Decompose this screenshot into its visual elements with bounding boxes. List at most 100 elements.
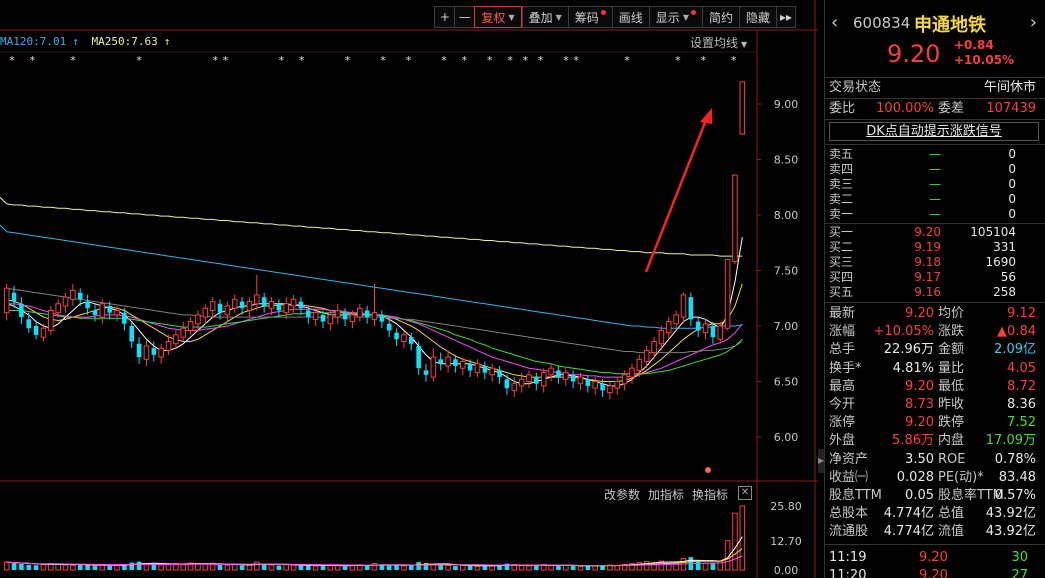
- volume-bar: [438, 565, 443, 570]
- stat-label: 涨停: [829, 415, 856, 431]
- candle-body: [19, 303, 24, 318]
- stat-value: 17.09万: [985, 433, 1036, 449]
- candle-body: [122, 312, 127, 324]
- candle-body: [202, 307, 209, 318]
- candle-body: [658, 329, 665, 345]
- signal-dot-icon: [705, 467, 711, 473]
- overlay-dropdown[interactable]: 叠加 ▼: [521, 6, 568, 28]
- volume-bar: [702, 562, 709, 571]
- candle-body: [261, 297, 267, 307]
- buy-level-3[interactable]: 买三 9.18 1690: [825, 255, 1045, 270]
- candle-body: [688, 297, 694, 320]
- close-icon[interactable]: ✕: [738, 486, 753, 500]
- candle-body: [379, 314, 385, 322]
- event-star-icon: *: [136, 54, 142, 67]
- more-arrows-icon[interactable]: ▸▸: [776, 6, 796, 28]
- stock-name: 申通地铁: [914, 15, 986, 36]
- stat-row: 换手* 4.81% 量比 4.05: [825, 360, 1045, 378]
- ma-settings-label: 设置均线: [690, 36, 739, 50]
- candle-body: [489, 367, 495, 376]
- event-star-icon: *: [380, 54, 386, 67]
- candle-body: [651, 341, 657, 354]
- candle-body: [459, 361, 466, 369]
- candle-body: [453, 359, 458, 366]
- chevron-left-icon[interactable]: ‹: [831, 12, 838, 33]
- candle-body: [70, 289, 76, 300]
- kline-chart-panel[interactable]: 9.00 8.50 8.00 7.50 7.00 6.50 6.00 25.80 12.70 0.…: [0, 0, 818, 578]
- stat-value: 83.48: [998, 469, 1036, 485]
- display-dropdown[interactable]: 显示 ▼: [648, 6, 702, 28]
- draw-line-button[interactable]: 画线: [611, 6, 649, 28]
- volume-bar: [33, 565, 39, 570]
- sell-level-3[interactable]: 卖三 — 0: [825, 177, 1045, 192]
- ma-settings-button[interactable]: 设置均线 ▼: [690, 34, 747, 51]
- level-volume: 0: [1008, 192, 1016, 206]
- volume-bar: [592, 565, 598, 571]
- add-indicator-button[interactable]: 加指标: [648, 486, 684, 503]
- chevron-right-icon[interactable]: ›: [1030, 12, 1037, 33]
- simple-mode-button[interactable]: 简约: [701, 6, 739, 28]
- volume-bar: [268, 564, 275, 571]
- candle-body: [77, 292, 83, 300]
- zoom-out-button[interactable]: —: [454, 6, 475, 28]
- candle-body: [327, 314, 334, 325]
- volume-bar: [136, 561, 142, 570]
- stat-value: 7.52: [1007, 415, 1036, 431]
- volume-bar: [26, 564, 32, 570]
- level-label: 卖二: [829, 192, 854, 206]
- buy-level-1[interactable]: 买一 9.20 105104: [825, 225, 1045, 240]
- quote-panel: ‹ 600834 申通地铁 › 9.20 +0.84 +10.05% 交易状态 …: [824, 0, 1045, 578]
- dk-signal-link[interactable]: DK点自动提示涨跌信号: [829, 122, 1039, 141]
- level-label: 买五: [829, 285, 854, 299]
- candle-body: [26, 319, 32, 329]
- volume-bar: [40, 564, 47, 571]
- candle-body: [695, 321, 701, 331]
- stat-row: 涨幅 +10.05% 涨跌 ▲0.84: [825, 323, 1045, 341]
- volume-bar: [556, 566, 561, 570]
- candle-body: [276, 303, 282, 311]
- buy-level-5[interactable]: 买五 9.16 258: [825, 285, 1045, 300]
- volume-bar: [518, 565, 525, 571]
- buy-level-4[interactable]: 买四 9.17 56: [825, 270, 1045, 285]
- edit-params-button[interactable]: 改参数: [604, 486, 640, 503]
- fuquan-dropdown[interactable]: 复权 ▼: [474, 6, 522, 28]
- sell-level-4[interactable]: 卖二 — 0: [825, 192, 1045, 207]
- sell-level-1[interactable]: 卖五 — 0: [825, 147, 1045, 162]
- volume-bar: [231, 564, 238, 571]
- volume-bar: [643, 561, 650, 571]
- volume-bar: [254, 561, 260, 571]
- event-star-icon: *: [538, 54, 544, 67]
- chip-button[interactable]: 筹码: [567, 6, 612, 28]
- buy-level-2[interactable]: 买二 9.19 331: [825, 240, 1045, 255]
- candle-body: [562, 372, 569, 380]
- caret-down-icon: ▼: [508, 12, 515, 22]
- hide-button[interactable]: 隐藏: [738, 6, 776, 28]
- level-volume: 1690: [985, 255, 1016, 269]
- change-value: +0.84: [954, 38, 994, 52]
- current-price: 9.20: [887, 40, 941, 68]
- stat-label: 内盘: [938, 433, 965, 449]
- level-volume: 0: [1008, 147, 1016, 161]
- candle-body: [349, 314, 356, 323]
- stat-value: ▲0.84: [997, 324, 1036, 340]
- stat-label: 换手*: [829, 360, 862, 376]
- volume-bar: [306, 565, 311, 570]
- up-arrow-icon: ↑: [163, 35, 171, 48]
- stat-label: 今开: [829, 397, 856, 412]
- sell-level-5[interactable]: 卖一 — 0: [825, 207, 1045, 222]
- volume-bar: [577, 565, 584, 571]
- stat-label: 流通股: [829, 524, 869, 540]
- volume-bar: [409, 565, 414, 570]
- chip-label: 筹码: [574, 10, 599, 25]
- sell-level-2[interactable]: 卖四 — 0: [825, 162, 1045, 177]
- candle-body: [732, 174, 738, 263]
- candle-body: [114, 309, 120, 316]
- volume-bar: [386, 565, 392, 570]
- switch-indicator-button[interactable]: 换指标: [692, 486, 728, 503]
- candle-body: [151, 348, 157, 355]
- zoom-in-button[interactable]: +: [434, 6, 455, 28]
- event-star-icon: *: [507, 54, 513, 67]
- stat-value: 4.774亿: [883, 506, 934, 522]
- candle-body: [143, 345, 150, 360]
- change-percent: +10.05%: [954, 53, 1015, 67]
